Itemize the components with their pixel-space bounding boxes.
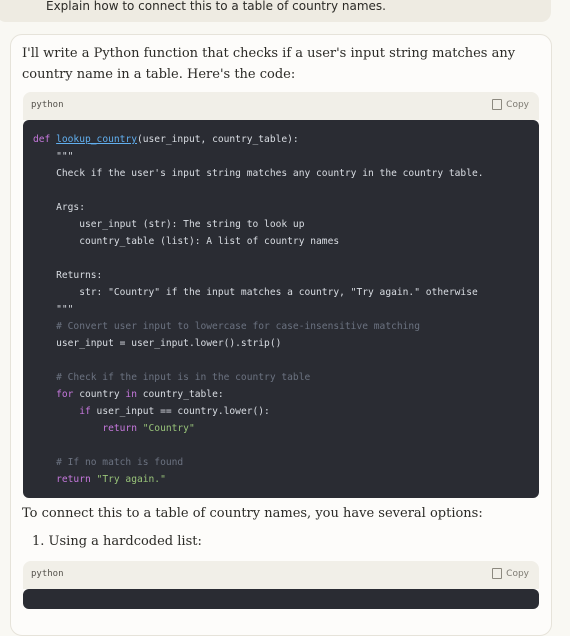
reply-after-code: To connect this to a table of country na… [22,506,483,521]
user-message-text: Explain how to connect this to a table o… [46,0,386,13]
copy-label: Copy [506,99,529,110]
code-line: def lookup_country(user_input, country_t… [33,134,299,145]
code-line: # If no match is found [33,457,184,468]
code-line: Check if the user's input string matches… [33,168,484,179]
code-line: user_input = user_input.lower().strip() [33,338,282,349]
code-line: # Convert user input to lowercase for ca… [33,321,420,332]
code-line: """ [33,151,74,162]
user-message-bubble: Explain how to connect this to a table o… [0,0,551,22]
code-block-header-2: python Copy [23,561,539,589]
copy-icon [492,99,503,110]
copy-label-2: Copy [506,568,529,579]
code-line: str: "Country" if the input matches a co… [33,287,478,298]
code-line: # Check if the input is in the country t… [33,372,311,383]
copy-button-2[interactable]: Copy [492,568,529,579]
code-line: return "Country" [102,423,195,434]
code-block-2[interactable] [23,589,539,609]
code-line: Returns: [33,270,103,281]
copy-button[interactable]: Copy [492,99,529,110]
code-line: for country in country_table: [56,389,224,400]
code-line: Args: [33,202,85,213]
code-block[interactable]: def lookup_country(user_input, country_t… [23,120,539,498]
code-language-label-2: python [31,569,64,579]
code-language-label: python [31,100,64,110]
code-line: """ [33,304,74,315]
copy-icon [492,568,503,579]
reply-intro: I'll write a Python function that checks… [22,46,516,82]
code-line: if user_input == country.lower(): [79,406,270,417]
code-line: user_input (str): The string to look up [33,219,305,230]
code-line: country_table (list): A list of country … [33,236,340,247]
code-line: return "Try again." [56,474,166,485]
list-item: 1. Using a hardcoded list: [32,534,202,549]
code-block-header: python Copy [23,92,539,120]
